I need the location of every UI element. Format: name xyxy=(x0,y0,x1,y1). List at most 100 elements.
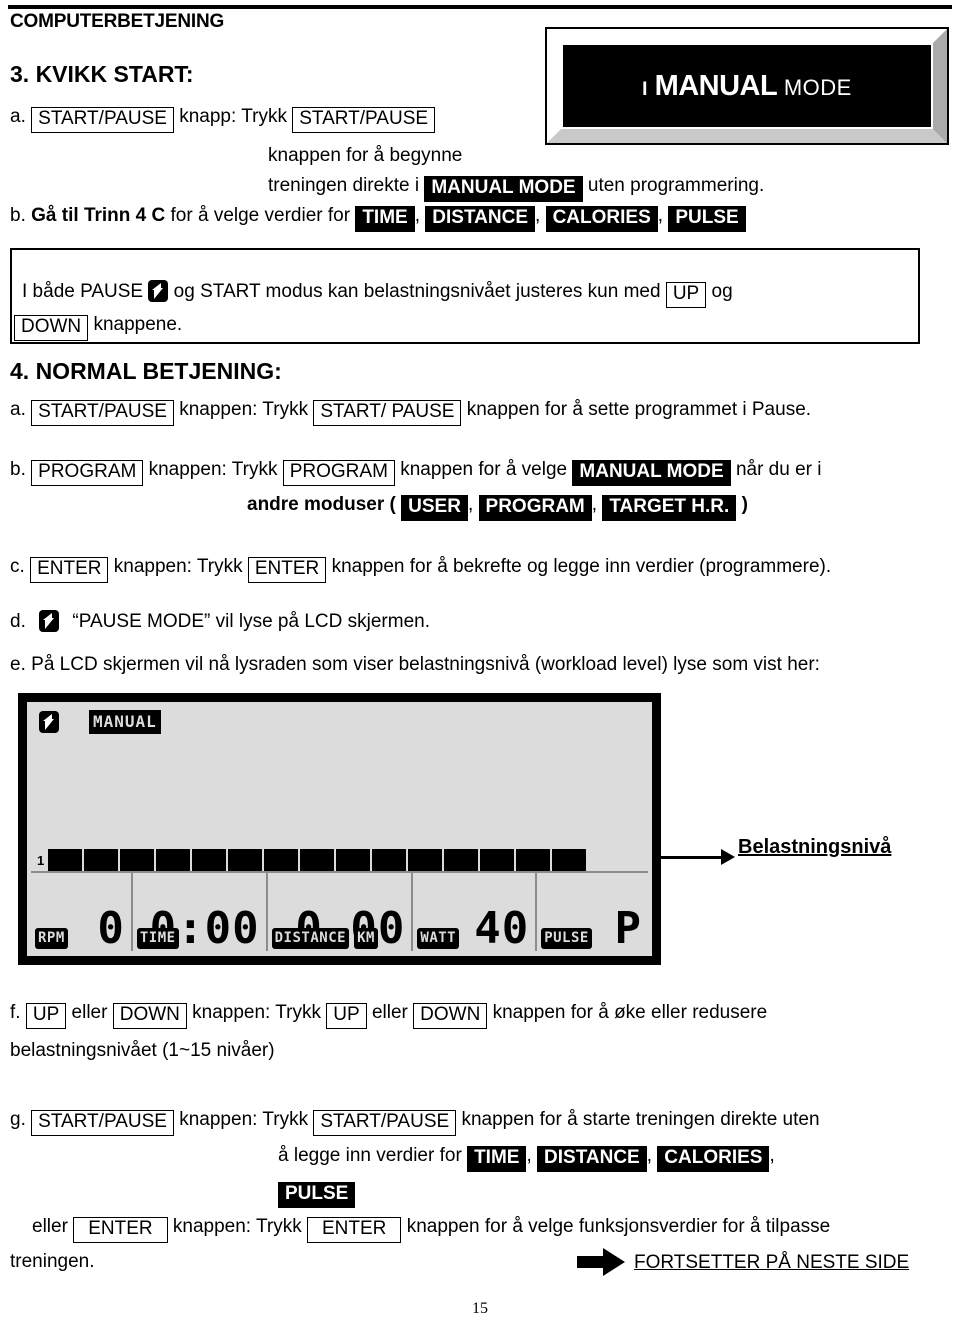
section4-heading: 4. NORMAL BETJENING: xyxy=(10,358,282,384)
key-enter-4[interactable]: ENTER xyxy=(307,1217,402,1243)
sep-3: , xyxy=(657,205,664,226)
key-enter-2[interactable]: ENTER xyxy=(247,557,327,583)
section4-item-f-line1: f. UP eller DOWN knappen: Trykk UP eller… xyxy=(10,1003,767,1029)
item4f-mid2: knappen: Trykk xyxy=(192,1002,321,1023)
key-down-2[interactable]: DOWN xyxy=(413,1003,488,1029)
sep-2: , xyxy=(535,205,541,226)
workload-segment xyxy=(552,849,587,871)
lcd-unit-tag: DISTANCE xyxy=(271,928,350,949)
item4a-mid: knappen: Trykk xyxy=(179,399,309,420)
lcd-status-icons: MANUAL xyxy=(39,710,161,734)
lcd-unit-tag: TIME xyxy=(136,928,179,949)
item4g-line4-pre: eller xyxy=(32,1216,68,1237)
callout-label-belastningsniva: Belastningsnivå xyxy=(738,836,892,858)
item4f-mid1: eller xyxy=(71,1002,108,1023)
item4f-marker: f. xyxy=(10,1002,21,1023)
key-enter-1[interactable]: ENTER xyxy=(30,557,109,583)
key-program-2[interactable]: PROGRAM xyxy=(282,460,395,486)
key-up-1[interactable]: UP xyxy=(25,1003,67,1029)
workload-segment xyxy=(516,849,551,871)
item4b-line2-post: ) xyxy=(741,494,748,515)
header-rule xyxy=(8,5,952,9)
item-marker-b: b. xyxy=(10,205,26,226)
lcd-readout-cell: 40 WATT xyxy=(413,873,538,954)
lcd-readout-units: DISTANCE KM xyxy=(271,928,378,949)
manual-mode-display: I MANUAL MODE xyxy=(545,27,949,145)
key-up-2[interactable]: UP xyxy=(326,1003,367,1029)
sep-4: , xyxy=(467,494,474,515)
display-emphasis: MANUAL xyxy=(654,69,778,102)
key-start-pause-4[interactable]: START/ PAUSE xyxy=(313,400,462,426)
chip-distance-1: DISTANCE xyxy=(425,206,535,232)
item-marker: a. xyxy=(10,106,26,127)
lcd-readout-cell: 0:00 TIME xyxy=(133,873,268,951)
lcd-readout-cell: P PULSE xyxy=(537,873,648,951)
workload-segment xyxy=(84,849,119,871)
callout-arrow-icon xyxy=(721,849,735,865)
lcd-unit-tag: PULSE xyxy=(541,928,592,949)
key-up-note[interactable]: UP xyxy=(665,282,707,308)
section4-item-f-line2: belastningsnivået (1~15 nivåer) xyxy=(10,1040,275,1061)
lcd-readout-value: 0 xyxy=(97,902,125,954)
item4g-marker: g. xyxy=(10,1109,26,1130)
item4g-post: knappen for å starte treningen direkte u… xyxy=(461,1109,820,1130)
sep-8: , xyxy=(769,1145,775,1166)
key-enter-3[interactable]: ENTER xyxy=(73,1217,168,1243)
item4b-line2-pre: andre moduser ( xyxy=(247,494,396,515)
note-line1-mid: og START modus kan belastningsnivået jus… xyxy=(173,281,661,302)
chip-manual-mode-2: MANUAL MODE xyxy=(572,460,731,486)
continue-next-page-link[interactable]: FORTSETTER PÅ NESTE SIDE xyxy=(634,1252,909,1274)
lcd-workload-row: 1 xyxy=(37,849,637,871)
chip-calories-2: CALORIES xyxy=(657,1146,770,1172)
note-line1-pre: I både PAUSE xyxy=(22,281,144,302)
right-arrow-icon xyxy=(577,1248,625,1276)
sep-5: , xyxy=(591,494,598,515)
pause-p-icon xyxy=(148,280,169,302)
section4-item-g-line5: treningen. xyxy=(10,1251,95,1272)
pause-p-icon-2 xyxy=(39,610,60,632)
workload-segment xyxy=(480,849,515,871)
section3-item-a-line3: treningen direkte i MANUAL MODE uten pro… xyxy=(268,176,764,202)
lcd-panel-illustration: MANUAL 1 0 RPM 0:00 TIME 0.00 DISTANCE KM 40 WAT… xyxy=(18,693,661,965)
chip-manual-mode-1: MANUAL MODE xyxy=(424,176,583,202)
section4-item-g-line2: å legge inn verdier for TIME, DISTANCE, … xyxy=(278,1146,775,1172)
lcd-readout-cell: 0 RPM xyxy=(31,873,133,951)
note-line2-post: knappene. xyxy=(93,314,183,335)
item4c-post: knappen for å bekrefte og legge inn verd… xyxy=(331,556,832,577)
key-start-pause-1[interactable]: START/PAUSE xyxy=(31,107,174,133)
item4g-line2-pre: å legge inn verdier for xyxy=(278,1145,462,1166)
chip-distance-2: DISTANCE xyxy=(537,1146,647,1172)
lcd-readout-cell: 0.00 DISTANCE KM xyxy=(268,873,414,951)
lcd-readout-value: 40 xyxy=(474,902,530,954)
key-start-pause-6[interactable]: START/PAUSE xyxy=(313,1110,457,1136)
item-a-line3-post: uten programmering. xyxy=(587,175,765,196)
item-b-bold: Trinn 4 C xyxy=(83,205,166,226)
note-line2: DOWN knappene. xyxy=(14,315,182,341)
sep-6: , xyxy=(526,1145,532,1166)
key-down-note[interactable]: DOWN xyxy=(14,315,89,341)
lcd-unit-tag: RPM xyxy=(35,928,68,949)
item-b-mid: for å velge verdier for xyxy=(170,205,351,226)
section4-item-b-line1: b. PROGRAM knappen: Trykk PROGRAM knappe… xyxy=(10,460,821,486)
lcd-readout-units: WATT xyxy=(417,928,460,949)
item4e-marker: e. xyxy=(10,654,26,675)
display-text: I MANUAL MODE xyxy=(642,70,852,103)
item4b-mid: knappen: Trykk xyxy=(148,459,278,480)
lcd-unit-tag: KM xyxy=(354,928,378,949)
item-a-mid: knapp: Trykk xyxy=(179,106,287,127)
key-down-1[interactable]: DOWN xyxy=(112,1003,187,1029)
key-start-pause-2[interactable]: START/PAUSE xyxy=(292,107,436,133)
key-start-pause-5[interactable]: START/PAUSE xyxy=(31,1110,174,1136)
key-program-1[interactable]: PROGRAM xyxy=(31,460,144,486)
item4f-mid3: eller xyxy=(371,1002,408,1023)
display-screen: I MANUAL MODE xyxy=(563,45,931,127)
key-start-pause-3[interactable]: START/PAUSE xyxy=(31,400,174,426)
section3-item-a-line1: a. START/PAUSE knapp: Trykk START/PAUSE xyxy=(10,106,436,133)
section3-item-a-line2: knappen for å begynne xyxy=(268,145,463,166)
lcd-readout-value: P xyxy=(614,902,642,954)
document-page: COMPUTERBETJENING I MANUAL MODE 3. KVIKK… xyxy=(0,0,960,1332)
section4-item-c: c. ENTER knappen: Trykk ENTER knappen fo… xyxy=(10,557,831,583)
item4b-post: når du er i xyxy=(735,459,822,480)
item4b-mid2: knappen for å velge xyxy=(400,459,568,480)
page-title: COMPUTERBETJENING xyxy=(10,11,225,32)
